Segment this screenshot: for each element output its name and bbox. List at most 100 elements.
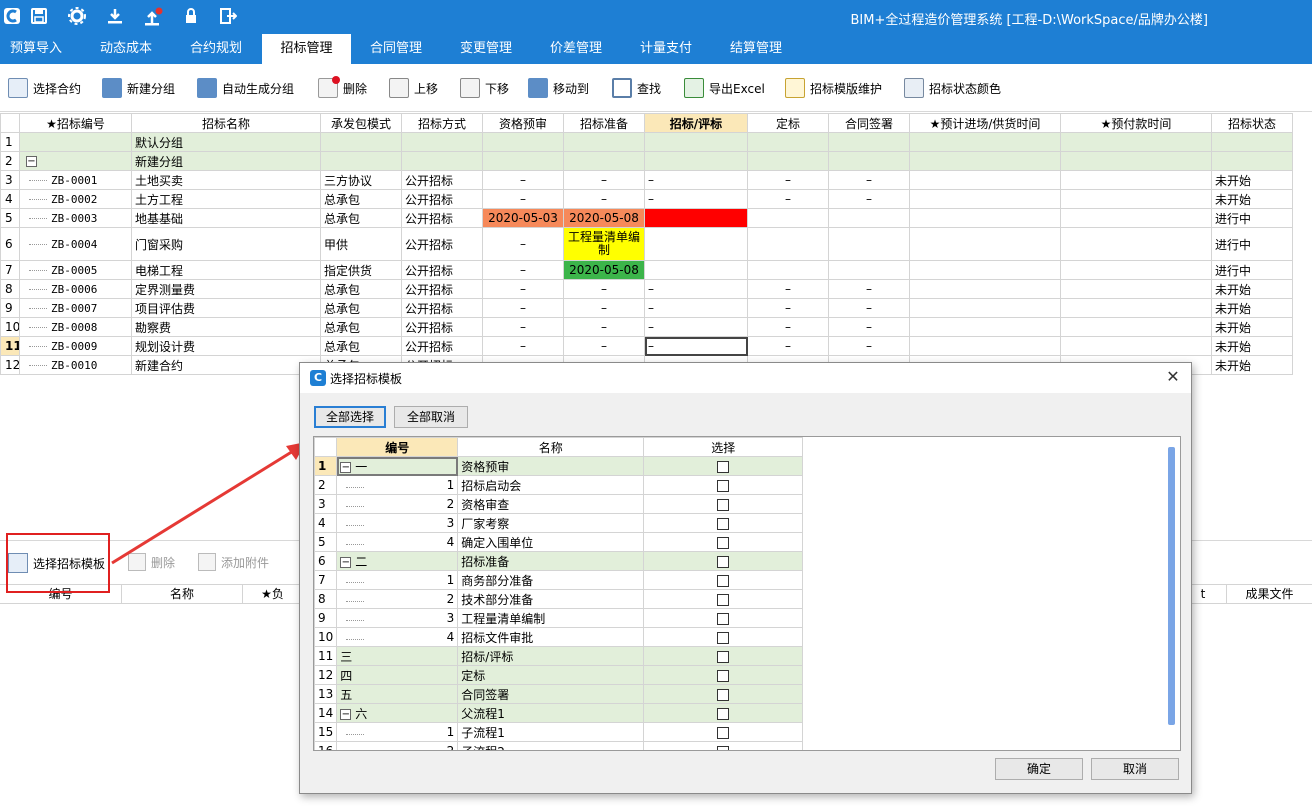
tab-budget-import[interactable]: 预算导入 bbox=[0, 34, 72, 64]
bid-sign[interactable]: – bbox=[828, 189, 910, 209]
bid-prep[interactable]: – bbox=[563, 189, 645, 209]
bid-name[interactable]: 定界测量费 bbox=[131, 279, 321, 299]
add-attachment-button[interactable]: 添加附件 bbox=[198, 553, 269, 571]
template-code[interactable]: 2 bbox=[336, 589, 459, 609]
col-header-prequal[interactable]: 资格预审 bbox=[482, 113, 564, 133]
select-checkbox[interactable] bbox=[717, 726, 730, 739]
template-row[interactable]: 14 − 六 父流程1 bbox=[314, 703, 804, 723]
template-name[interactable]: 招标启动会 bbox=[457, 475, 645, 495]
col-header-code[interactable]: ★招标编号 bbox=[19, 113, 132, 133]
col-header-mode[interactable]: 承发包模式 bbox=[320, 113, 402, 133]
select-checkbox[interactable] bbox=[717, 650, 730, 663]
lower-col-name[interactable]: 名称 bbox=[122, 585, 243, 604]
select-checkbox[interactable] bbox=[717, 460, 730, 473]
bid-prequal[interactable]: – bbox=[482, 298, 564, 318]
template-name[interactable]: 定标 bbox=[457, 665, 645, 685]
bid-sign[interactable]: – bbox=[828, 317, 910, 337]
download-icon[interactable] bbox=[105, 7, 125, 27]
tab-dynamic-cost[interactable]: 动态成本 bbox=[82, 34, 170, 64]
bid-method[interactable]: 公开招标 bbox=[401, 170, 483, 190]
template-row[interactable]: 11 三 招标/评标 bbox=[314, 646, 804, 666]
template-code[interactable]: − 一 bbox=[336, 456, 459, 476]
move-up-button[interactable]: 上移 bbox=[389, 76, 438, 100]
bid-sign[interactable]: – bbox=[828, 336, 910, 356]
collapse-toggle[interactable]: − bbox=[26, 156, 37, 167]
template-col-select[interactable]: 选择 bbox=[643, 437, 804, 457]
select-checkbox[interactable] bbox=[717, 574, 730, 587]
bid-prep[interactable]: – bbox=[563, 298, 645, 318]
bid-award[interactable]: – bbox=[747, 298, 829, 318]
table-row[interactable]: 2 − 新建分组 bbox=[0, 151, 1293, 171]
tab-price-diff-management[interactable]: 价差管理 bbox=[532, 34, 620, 64]
tab-contract-management[interactable]: 合同管理 bbox=[352, 34, 440, 64]
tab-bidding-management[interactable]: 招标管理 bbox=[262, 34, 351, 64]
lock-icon[interactable] bbox=[181, 7, 201, 27]
group-name[interactable]: 新建分组 bbox=[131, 151, 321, 171]
close-icon[interactable]: ✕ bbox=[1163, 367, 1183, 387]
gear-icon[interactable] bbox=[67, 7, 87, 27]
bid-name[interactable]: 规划设计费 bbox=[131, 336, 321, 356]
status-color-button[interactable]: 招标状态颜色 bbox=[904, 76, 1001, 100]
bid-name[interactable]: 项目评估费 bbox=[131, 298, 321, 318]
bid-code[interactable]: ZB-0008 bbox=[19, 317, 132, 337]
cancel-all-button[interactable]: 全部取消 bbox=[394, 406, 468, 428]
bid-prequal[interactable]: – bbox=[482, 170, 564, 190]
col-header-status[interactable]: 招标状态 bbox=[1211, 113, 1293, 133]
bid-method[interactable]: 公开招标 bbox=[401, 260, 483, 280]
template-row[interactable]: 12 四 定标 bbox=[314, 665, 804, 685]
new-group-button[interactable]: 新建分组 bbox=[102, 76, 175, 100]
tab-settlement-management[interactable]: 结算管理 bbox=[712, 34, 800, 64]
tab-change-management[interactable]: 变更管理 bbox=[442, 34, 530, 64]
move-to-button[interactable]: 移动到 bbox=[528, 76, 589, 100]
bid-name[interactable]: 勘察费 bbox=[131, 317, 321, 337]
select-checkbox[interactable] bbox=[717, 517, 730, 530]
bid-mode[interactable]: 总承包 bbox=[320, 298, 402, 318]
template-name[interactable]: 确定入围单位 bbox=[457, 532, 645, 552]
lower-col-result-file[interactable]: 成果文件 bbox=[1227, 585, 1312, 604]
upload-icon[interactable] bbox=[143, 7, 163, 27]
template-name[interactable]: 技术部分准备 bbox=[457, 589, 645, 609]
template-maintain-button[interactable]: 招标模版维护 bbox=[785, 76, 882, 100]
template-row[interactable]: 5 4 确定入围单位 bbox=[314, 532, 804, 552]
template-row[interactable]: 16 2 子流程2 bbox=[314, 741, 804, 750]
lower-delete-button[interactable]: 删除 bbox=[128, 553, 175, 571]
bid-name[interactable]: 地基基础 bbox=[131, 208, 321, 228]
collapse-toggle[interactable]: − bbox=[340, 708, 352, 720]
template-code[interactable]: 三 bbox=[336, 646, 459, 666]
bid-prequal[interactable]: – bbox=[482, 227, 564, 261]
bid-name[interactable]: 土地买卖 bbox=[131, 170, 321, 190]
bid-award[interactable]: – bbox=[747, 317, 829, 337]
template-row[interactable]: 10 4 招标文件审批 bbox=[314, 627, 804, 647]
select-checkbox[interactable] bbox=[717, 612, 730, 625]
lower-col-owner[interactable]: ★负 bbox=[243, 585, 303, 604]
template-row[interactable]: 7 1 商务部分准备 bbox=[314, 570, 804, 590]
template-name[interactable]: 资格预审 bbox=[457, 456, 645, 476]
template-name[interactable]: 商务部分准备 bbox=[457, 570, 645, 590]
bid-prep[interactable]: 2020-05-08 bbox=[563, 260, 645, 280]
bid-name[interactable]: 新建合约 bbox=[131, 355, 321, 375]
bid-code[interactable]: ZB-0002 bbox=[19, 189, 132, 209]
bid-prep[interactable]: 工程量清单编制 bbox=[563, 227, 645, 261]
bid-code[interactable]: ZB-0009 bbox=[19, 336, 132, 356]
vertical-scrollbar[interactable] bbox=[1168, 447, 1175, 725]
bid-method[interactable]: 公开招标 bbox=[401, 227, 483, 261]
bid-sign[interactable]: – bbox=[828, 279, 910, 299]
col-header-prep[interactable]: 招标准备 bbox=[563, 113, 645, 133]
col-header-entry-time[interactable]: ★预计进场/供货时间 bbox=[909, 113, 1061, 133]
auto-group-button[interactable]: 自动生成分组 bbox=[197, 76, 294, 100]
table-row[interactable]: 4 ZB-0002 土方工程 总承包 公开招标 – – – – – 未开始 bbox=[0, 189, 1293, 209]
select-checkbox[interactable] bbox=[717, 498, 730, 511]
bid-prequal[interactable]: – bbox=[482, 279, 564, 299]
template-name[interactable]: 合同签署 bbox=[457, 684, 645, 704]
template-row[interactable]: 8 2 技术部分准备 bbox=[314, 589, 804, 609]
bid-eval[interactable]: – bbox=[644, 170, 748, 190]
template-row[interactable]: 2 1 招标启动会 bbox=[314, 475, 804, 495]
select-all-button[interactable]: 全部选择 bbox=[314, 406, 386, 428]
collapse-toggle[interactable]: − bbox=[340, 461, 352, 473]
bid-award[interactable]: – bbox=[747, 279, 829, 299]
col-header-eval[interactable]: 招标/评标 bbox=[644, 113, 748, 133]
bid-eval[interactable]: – bbox=[644, 317, 748, 337]
bid-award[interactable] bbox=[747, 260, 829, 280]
tab-measure-payment[interactable]: 计量支付 bbox=[622, 34, 710, 64]
ok-button[interactable]: 确定 bbox=[995, 758, 1083, 780]
